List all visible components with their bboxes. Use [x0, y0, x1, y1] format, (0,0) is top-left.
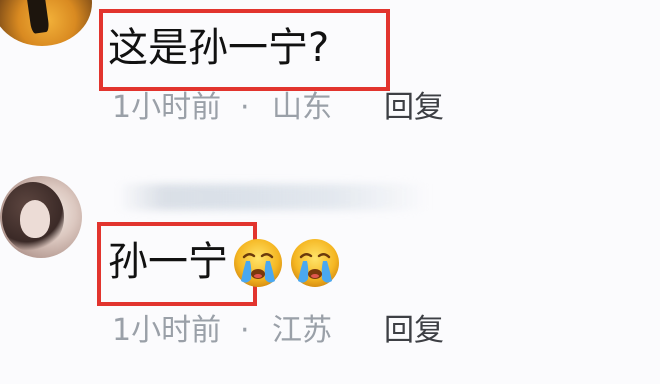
- comment-text: 孙一宁: [108, 239, 228, 285]
- meta-separator: ·: [240, 90, 250, 125]
- reply-button[interactable]: 回复: [384, 316, 444, 346]
- username-blurred: [118, 184, 428, 210]
- crying-face-icon: [291, 239, 339, 287]
- comment-time: 1小时前: [112, 90, 222, 125]
- reply-button[interactable]: 回复: [384, 93, 444, 123]
- comment-location: 山东: [272, 90, 332, 125]
- meta-separator: ·: [240, 313, 250, 348]
- comment-time: 1小时前: [112, 313, 222, 348]
- crying-face-icon: [234, 239, 282, 287]
- comment-item-1: 这是孙一宁? 1小时前 · 山东 回复: [0, 0, 660, 170]
- avatar-silhouette: [24, 0, 50, 34]
- avatar[interactable]: [0, 176, 82, 258]
- comment-location: 江苏: [272, 313, 332, 348]
- avatar-face: [20, 200, 50, 238]
- comment-text: 这是孙一宁?: [108, 25, 330, 71]
- avatar[interactable]: [0, 0, 92, 46]
- comment-item-2: 孙一宁 1小时前 · 江苏 回复: [0, 170, 660, 384]
